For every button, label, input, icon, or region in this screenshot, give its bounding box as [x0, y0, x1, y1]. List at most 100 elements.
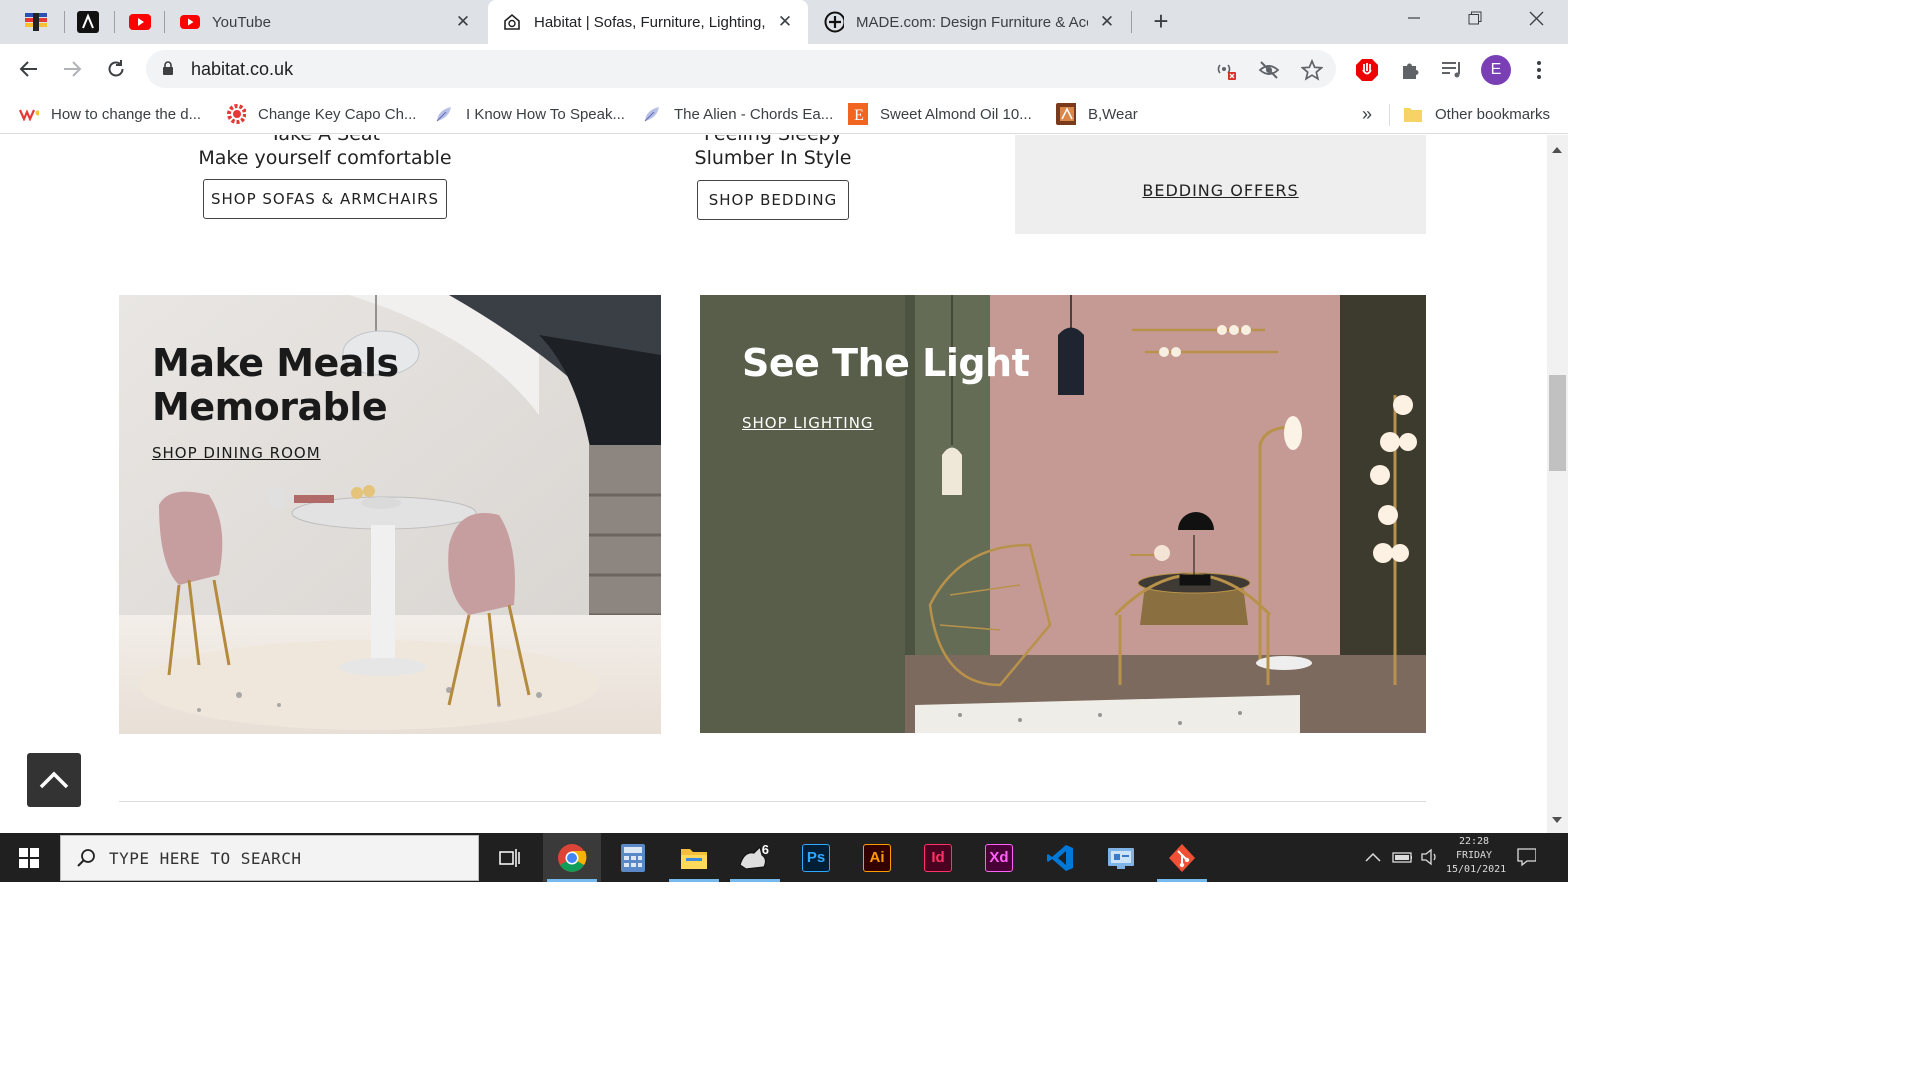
- notifications-icon[interactable]: [1516, 847, 1536, 867]
- task-view-icon: [499, 848, 520, 867]
- lighting-hero-title: See The Light: [742, 341, 1030, 385]
- search-icon: [77, 848, 97, 873]
- shop-bedding-button[interactable]: SHOP BEDDING: [697, 180, 849, 220]
- rainbow-logo-icon: [25, 13, 47, 31]
- tab-habitat[interactable]: Habitat | Sofas, Furniture, Lighting, H …: [488, 0, 808, 44]
- shop-lighting-link[interactable]: SHOP LIGHTING: [742, 414, 874, 432]
- folder-icon: [681, 848, 707, 869]
- feather-icon: [434, 104, 454, 124]
- scroll-down-arrow[interactable]: [1552, 817, 1562, 823]
- bookmark-1[interactable]: How to change the d...: [19, 102, 201, 126]
- gear-red-icon: [226, 104, 246, 124]
- system-clock[interactable]: 22:28 FRIDAY 15/01/2021: [1446, 835, 1506, 877]
- restore-icon: [1468, 11, 1482, 25]
- close-tab-icon[interactable]: ✕: [776, 13, 794, 31]
- taskbar-calculator[interactable]: [604, 833, 662, 882]
- chevron-up-icon: [39, 771, 69, 789]
- broadcast-blocked-icon[interactable]: [1215, 59, 1237, 81]
- bookmark-4[interactable]: The Alien - Chords Ea...: [642, 102, 833, 126]
- bookmarks-bar: How to change the d... Change Key Capo C…: [0, 94, 1568, 134]
- adblock-icon[interactable]: [1355, 58, 1379, 82]
- page-viewport: Take A Seat Make yourself comfortable SH…: [0, 135, 1547, 833]
- section-divider: [119, 801, 1426, 802]
- bookmark-3[interactable]: I Know How To Speak...: [434, 102, 625, 126]
- taskbar-vscode[interactable]: [1031, 833, 1089, 882]
- rhino-icon: 6: [739, 843, 769, 870]
- taskbar-chrome[interactable]: [543, 833, 601, 882]
- illustrator-icon: Ai: [863, 843, 891, 872]
- tab-made[interactable]: MADE.com: Design Furniture & Acce ✕: [810, 0, 1130, 44]
- taskbar-illustrator[interactable]: Ai: [848, 833, 906, 882]
- dining-hero-title: Make Meals Memorable: [152, 341, 399, 429]
- new-tab-button[interactable]: +: [1148, 8, 1174, 35]
- url-text[interactable]: habitat.co.uk: [191, 59, 293, 80]
- eye-off-icon[interactable]: [1258, 59, 1280, 81]
- taskbar-rhino[interactable]: 6: [726, 833, 784, 882]
- promo-subtitle: Make yourself comfortable: [198, 147, 452, 169]
- git-icon: [1169, 843, 1195, 872]
- vscode-icon: [1047, 844, 1073, 871]
- promo-title-cut: Take A Seat: [205, 135, 445, 145]
- feather-icon: [642, 104, 662, 124]
- bookmark-label: The Alien - Chords Ea...: [674, 105, 834, 123]
- close-tab-icon[interactable]: ✕: [1098, 13, 1116, 31]
- taskbar-control-panel[interactable]: [1092, 833, 1150, 882]
- page-scrollbar[interactable]: [1547, 135, 1568, 833]
- bwear-icon: [1056, 103, 1076, 125]
- volume-icon[interactable]: [1420, 847, 1440, 867]
- forward-button[interactable]: [57, 54, 87, 84]
- close-window-button[interactable]: [1506, 0, 1566, 36]
- folder-icon: [1403, 104, 1423, 124]
- bookmark-2[interactable]: Change Key Capo Ch...: [226, 102, 416, 126]
- bookmarks-overflow-button[interactable]: »: [1362, 102, 1372, 126]
- restore-button[interactable]: [1445, 0, 1505, 36]
- bookmark-label: I Know How To Speak...: [466, 105, 625, 123]
- reload-button[interactable]: [101, 54, 131, 84]
- taskbar-photoshop[interactable]: Ps: [787, 833, 845, 882]
- start-button[interactable]: [0, 833, 58, 882]
- windows-taskbar: TYPE HERE TO SEARCH 6 Ps Ai Id Xd 22:28 …: [0, 833, 1568, 882]
- minimize-button[interactable]: [1384, 0, 1444, 36]
- tab-strip: YouTube ✕ Habitat | Sofas, Furniture, Li…: [0, 0, 1568, 44]
- task-view-button[interactable]: [481, 833, 539, 882]
- scroll-up-arrow[interactable]: [1552, 147, 1562, 153]
- habitat-icon: [502, 12, 522, 32]
- shop-dining-room-link[interactable]: SHOP DINING ROOM: [152, 444, 321, 462]
- reload-icon: [108, 60, 124, 77]
- dining-hero[interactable]: Make Meals Memorable SHOP DINING ROOM: [119, 295, 661, 734]
- chrome-icon: [558, 843, 587, 872]
- profile-avatar[interactable]: E: [1481, 55, 1511, 85]
- shop-sofas-button[interactable]: SHOP SOFAS & ARMCHAIRS: [203, 179, 447, 219]
- tab-title: Habitat | Sofas, Furniture, Lighting, H: [534, 13, 766, 31]
- address-bar[interactable]: habitat.co.uk: [146, 50, 1336, 88]
- taskbar-xd[interactable]: Xd: [970, 833, 1028, 882]
- lighting-hero[interactable]: See The Light SHOP LIGHTING: [700, 295, 1426, 733]
- taskbar-git[interactable]: [1153, 833, 1211, 882]
- taskbar-indesign[interactable]: Id: [909, 833, 967, 882]
- pinned-tab-2[interactable]: [74, 8, 102, 36]
- media-controls-icon[interactable]: [1440, 58, 1464, 82]
- bookmark-label: Change Key Capo Ch...: [258, 105, 417, 123]
- ws-icon: [19, 104, 39, 124]
- back-button[interactable]: [14, 54, 44, 84]
- taskbar-file-explorer[interactable]: [665, 833, 723, 882]
- bookmark-label: Sweet Almond Oil 10...: [880, 105, 1032, 123]
- extensions-icon[interactable]: [1398, 58, 1422, 82]
- bookmark-5[interactable]: E Sweet Almond Oil 10...: [848, 102, 1032, 126]
- bookmark-6[interactable]: B,Wear: [1056, 102, 1138, 126]
- back-to-top-button[interactable]: [27, 753, 81, 807]
- scroll-thumb[interactable]: [1549, 375, 1566, 471]
- pinned-tab-1[interactable]: [22, 8, 50, 36]
- show-hidden-icons-icon[interactable]: [1363, 847, 1383, 867]
- star-icon[interactable]: [1301, 59, 1323, 81]
- tab-youtube[interactable]: YouTube ✕: [166, 0, 486, 44]
- more-menu-icon[interactable]: [1527, 58, 1551, 82]
- pinned-tab-youtube[interactable]: [126, 8, 154, 36]
- battery-icon[interactable]: [1392, 847, 1412, 867]
- other-bookmarks[interactable]: Other bookmarks: [1403, 102, 1550, 126]
- browser-toolbar: habitat.co.uk E: [0, 44, 1568, 94]
- promo-title-cut: Feeling Sleepy: [653, 135, 893, 145]
- taskbar-search[interactable]: TYPE HERE TO SEARCH: [60, 835, 479, 881]
- bedding-offers-link[interactable]: BEDDING OFFERS: [1015, 181, 1426, 200]
- close-tab-icon[interactable]: ✕: [454, 13, 472, 31]
